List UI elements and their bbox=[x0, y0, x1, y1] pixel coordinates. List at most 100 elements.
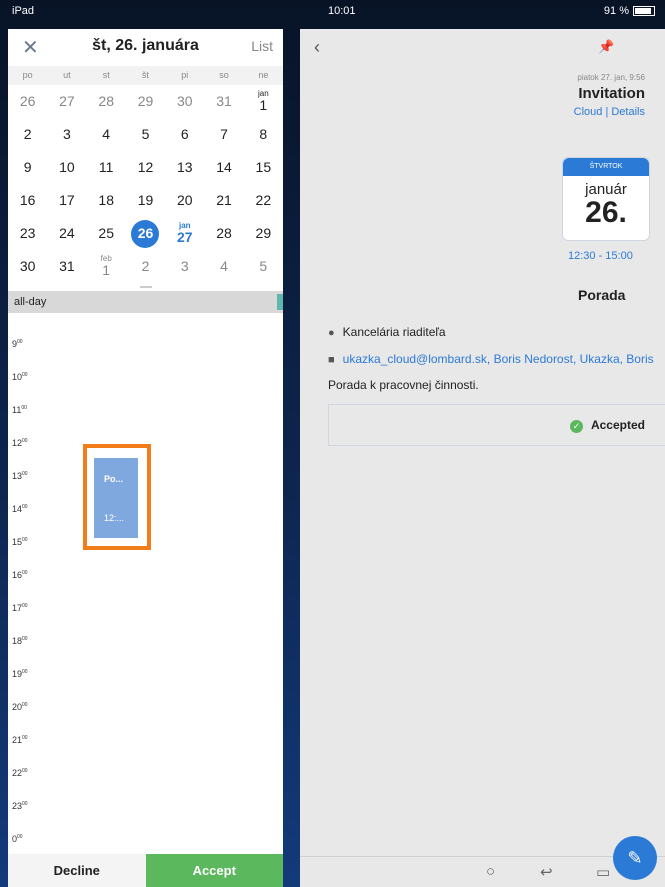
calendar-day[interactable]: 26 bbox=[8, 85, 47, 118]
list-button[interactable]: List bbox=[251, 38, 273, 54]
hour-label: 1800 bbox=[12, 636, 28, 646]
calendar-day[interactable]: 11 bbox=[87, 151, 126, 184]
pin-icon[interactable]: 📌 bbox=[598, 39, 614, 55]
check-icon: ✓ bbox=[569, 420, 583, 433]
all-day-row: all-day bbox=[8, 291, 283, 313]
calendar-day[interactable]: 20 bbox=[165, 184, 204, 217]
calendar-day[interactable]: 5 bbox=[244, 250, 283, 283]
weekday: so bbox=[219, 70, 229, 80]
calendar-day[interactable]: 15 bbox=[244, 151, 283, 184]
day-timeline[interactable]: Po... 12:... 900 1000 1100 1200 1300 1400 1500… bbox=[8, 313, 283, 851]
event-highlight bbox=[83, 444, 151, 550]
calendar-day[interactable]: 31 bbox=[204, 85, 243, 118]
calendar-day[interactable]: 8 bbox=[244, 118, 283, 151]
hour-label: 2200 bbox=[12, 768, 28, 778]
message-subject: Invitation bbox=[578, 85, 645, 102]
calendar-day[interactable]: 2 bbox=[126, 250, 165, 283]
calendar-panel: ✕ št, 26. januára List po ut st št pi so… bbox=[8, 29, 283, 887]
calendar-day[interactable]: 18 bbox=[87, 184, 126, 217]
event-location: ● Kancelária riaditeľa bbox=[328, 325, 446, 339]
calendar-day[interactable]: 10 bbox=[47, 151, 86, 184]
calendar-week-row: 23 24 25 26 jan 27 28 29 bbox=[8, 217, 283, 250]
month-grid: 26 27 28 29 30 31 jan 1 2 3 4 5 6 7 8 9 10 11 12 13 14 15 16 17… bbox=[8, 85, 283, 283]
calendar-day[interactable]: 2 bbox=[8, 118, 47, 151]
calendar-day[interactable]: 24 bbox=[47, 217, 86, 250]
compose-icon[interactable]: ✎ bbox=[613, 836, 657, 880]
calendar-header: ✕ št, 26. januára List bbox=[8, 29, 283, 66]
weekday: po bbox=[22, 70, 33, 80]
calendar-title: št, 26. januára bbox=[92, 37, 199, 54]
received-date: piatok 27. jan, 9:56 bbox=[577, 73, 645, 82]
calendar-day[interactable]: 27 bbox=[47, 85, 86, 118]
calendar-day[interactable]: 29 bbox=[244, 217, 283, 250]
detail-links[interactable]: Cloud | Details bbox=[574, 106, 645, 118]
hour-label: 1400 bbox=[12, 504, 28, 514]
status-text: Accepted bbox=[590, 418, 645, 432]
calendar-day[interactable]: 30 bbox=[8, 250, 47, 283]
back-icon[interactable]: ‹ bbox=[314, 37, 320, 58]
calendar-week-row: 9 10 11 12 13 14 15 bbox=[8, 151, 283, 184]
weekday: št bbox=[141, 70, 149, 80]
calendar-day[interactable]: 3 bbox=[47, 118, 86, 151]
event-attendees[interactable]: ■ ukazka_cloud@lombard.sk, Boris Nedorost… bbox=[328, 352, 654, 366]
bottom-toolbar: ○ ↩ ▭ bbox=[300, 856, 665, 887]
calendar-day[interactable]: 16 bbox=[8, 184, 47, 217]
calendar-day[interactable]: 31 bbox=[47, 250, 86, 283]
archive-icon[interactable]: ▭ bbox=[596, 863, 610, 881]
calendar-week-row: 26 27 28 29 30 31 jan 1 bbox=[8, 85, 283, 118]
calendar-day[interactable]: 28 bbox=[204, 217, 243, 250]
location-pin-icon: ● bbox=[328, 327, 335, 339]
battery-text: 91 % bbox=[603, 5, 629, 17]
device-label: iPad bbox=[12, 5, 35, 17]
calendar-day[interactable]: 29 bbox=[126, 85, 165, 118]
calendar-day[interactable]: 6 bbox=[165, 118, 204, 151]
date-card-weekday: ŠTVRTOK bbox=[563, 158, 649, 176]
hour-label: 900 bbox=[12, 339, 23, 349]
circle-icon[interactable]: ○ bbox=[486, 863, 495, 880]
calendar-day[interactable]: 28 bbox=[87, 85, 126, 118]
date-card: ŠTVRTOK január 26. bbox=[562, 157, 650, 241]
calendar-day[interactable]: 22 bbox=[244, 184, 283, 217]
calendar-day[interactable]: 9 bbox=[8, 151, 47, 184]
hour-label: 1000 bbox=[12, 372, 28, 382]
calendar-day[interactable]: 4 bbox=[87, 118, 126, 151]
calendar-day[interactable]: 14 bbox=[204, 151, 243, 184]
weekday: pi bbox=[181, 70, 189, 80]
weekday-header: po ut st št pi so ne bbox=[8, 66, 283, 85]
calendar-day[interactable]: 30 bbox=[165, 85, 204, 118]
calendar-week-row: 2345678 bbox=[8, 118, 283, 151]
calendar-day[interactable]: jan 27 bbox=[165, 217, 204, 250]
hour-label: 1200 bbox=[12, 438, 28, 448]
decline-button[interactable]: Decline bbox=[8, 854, 146, 887]
calendar-day[interactable]: 13 bbox=[165, 151, 204, 184]
calendar-week-row: 30 31 feb 1 2 3 4 5 bbox=[8, 250, 283, 283]
calendar-day[interactable]: 12 bbox=[126, 151, 165, 184]
calendar-day[interactable]: 26 bbox=[126, 217, 165, 250]
calendar-week-row: 16 17 18 19 20 21 22 bbox=[8, 184, 283, 217]
calendar-day[interactable]: 3 bbox=[165, 250, 204, 283]
calendar-day[interactable]: 25 bbox=[87, 217, 126, 250]
calendar-day[interactable]: 19 bbox=[126, 184, 165, 217]
resize-handle[interactable] bbox=[8, 283, 283, 291]
weekday: st bbox=[102, 70, 110, 80]
calendar-day[interactable]: jan 1 bbox=[244, 85, 283, 118]
person-icon: ■ bbox=[328, 354, 335, 366]
reply-icon[interactable]: ↩ bbox=[540, 863, 553, 881]
calendar-day[interactable]: 17 bbox=[47, 184, 86, 217]
event-description: Porada k pracovnej činnosti. bbox=[328, 378, 479, 392]
calendar-day[interactable]: 4 bbox=[204, 250, 243, 283]
response-bar: Decline Accept bbox=[8, 854, 283, 887]
calendar-day[interactable]: 5 bbox=[126, 118, 165, 151]
hour-label: 2100 bbox=[12, 735, 28, 745]
accept-button[interactable]: Accept bbox=[145, 854, 283, 887]
response-status-box: ✓ Accepted bbox=[328, 404, 665, 446]
hour-label: 1600 bbox=[12, 570, 28, 580]
event-detail-panel: ‹ 📌 piatok 27. jan, 9:56 Invitation Clou… bbox=[300, 29, 665, 887]
calendar-day[interactable]: 23 bbox=[8, 217, 47, 250]
hour-label: 000 bbox=[12, 834, 23, 844]
calendar-day[interactable]: 7 bbox=[204, 118, 243, 151]
calendar-day[interactable]: feb 1 bbox=[87, 250, 126, 283]
attendees-text: ukazka_cloud@lombard.sk, Boris Nedorost,… bbox=[342, 352, 654, 366]
calendar-day[interactable]: 21 bbox=[204, 184, 243, 217]
status-bar: iPad 10:01 91 % bbox=[0, 0, 665, 24]
